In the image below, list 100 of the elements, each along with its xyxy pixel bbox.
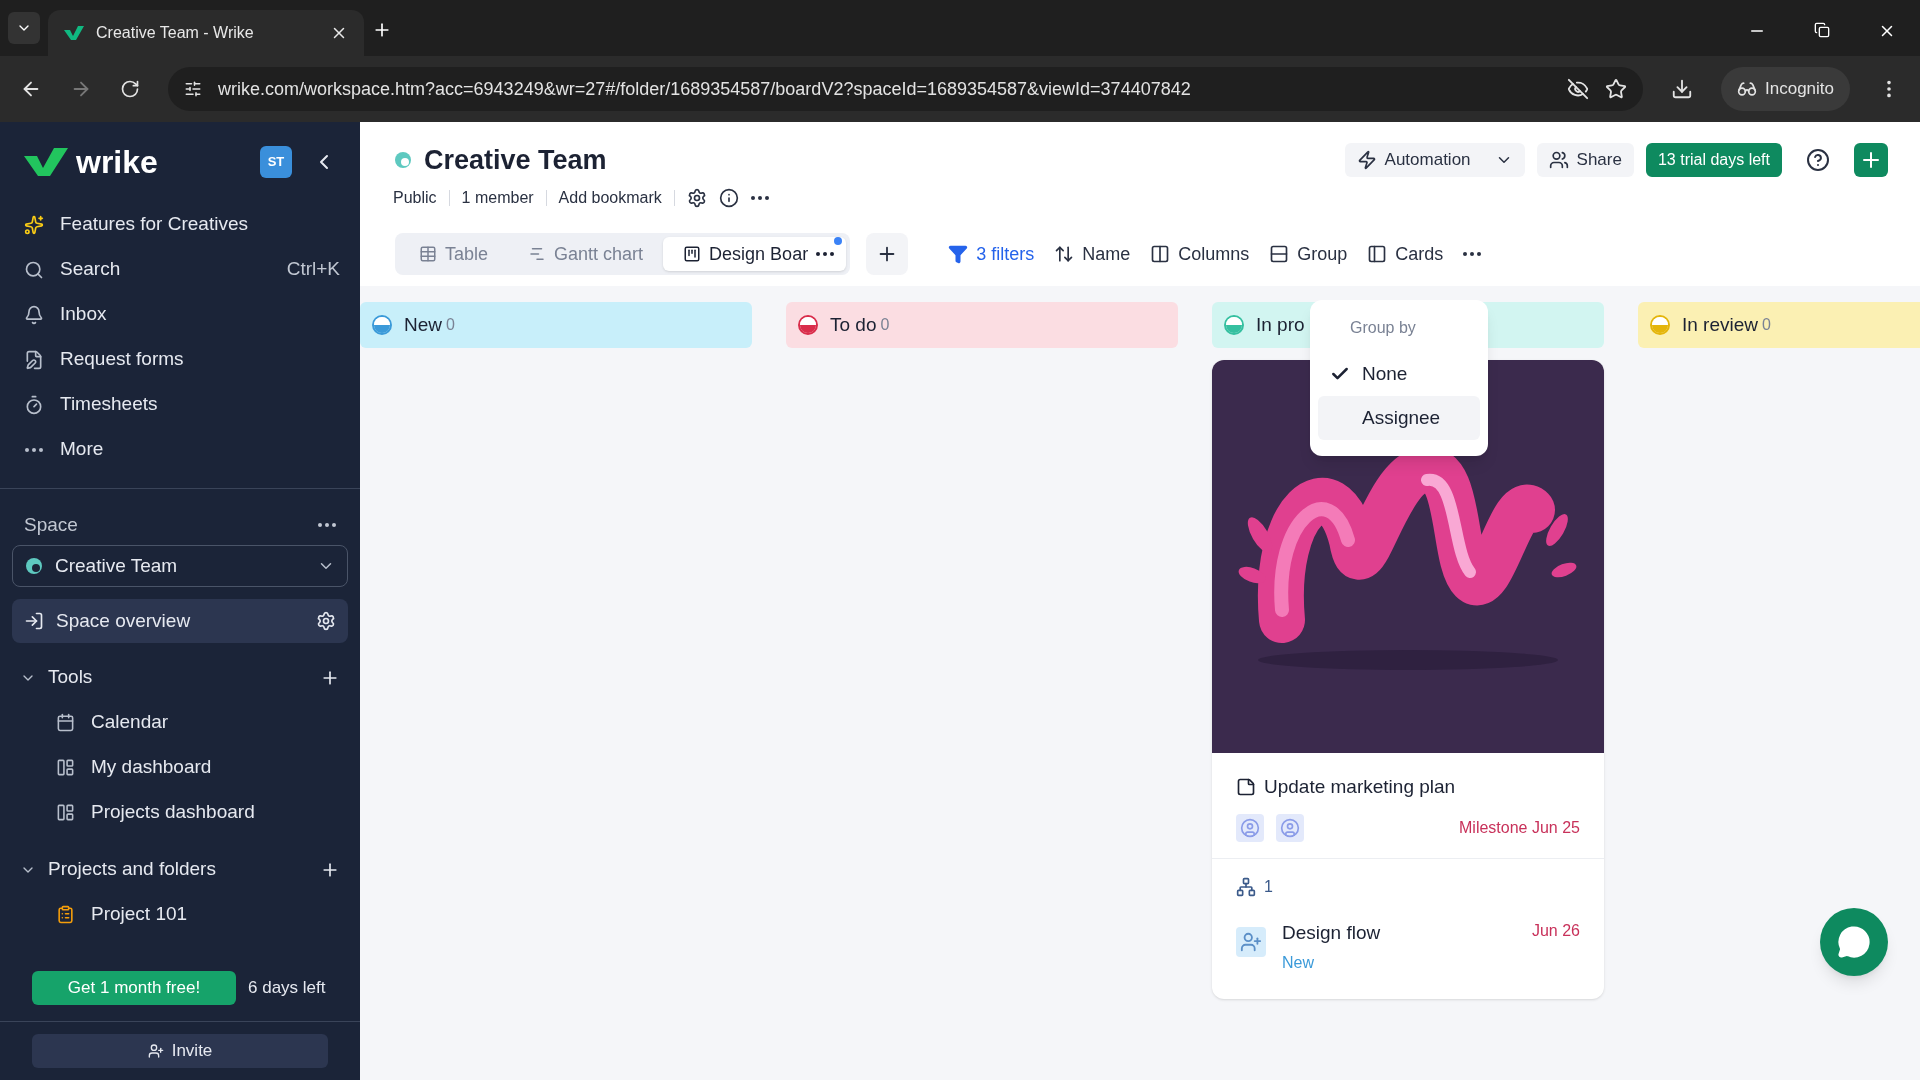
logo-icon: [64, 26, 84, 40]
add-view-button[interactable]: [866, 233, 909, 275]
nav-item[interactable]: Timesheets: [20, 382, 340, 427]
nav-item[interactable]: Search Ctrl+K: [20, 247, 340, 292]
info-icon[interactable]: [718, 188, 739, 208]
address-bar[interactable]: wrike.com/workspace.htm?acc=6943249&wr=27#/folder/1689354587/boardV2?spaceId=1689354587&viewId=374407842: [168, 67, 1643, 111]
tab-title: Creative Team - Wrike: [96, 23, 255, 43]
task-icon: [1236, 777, 1256, 798]
days-left-text: 6 days left: [248, 977, 326, 1000]
site-info-icon[interactable]: [184, 80, 202, 98]
column-count: 0: [1762, 315, 1771, 335]
space-selector[interactable]: Creative Team: [12, 545, 348, 587]
tab-list-button[interactable]: [8, 12, 40, 44]
tree-item[interactable]: Projects dashboard: [20, 790, 340, 835]
add-button[interactable]: [1854, 143, 1888, 177]
logo-icon: [24, 148, 68, 176]
enter-icon: [24, 611, 44, 631]
help-icon[interactable]: [1806, 148, 1830, 172]
subtask-status: New: [1282, 953, 1315, 973]
calendar-icon: [56, 713, 75, 732]
column-count: 0: [446, 315, 455, 335]
toolbar-button[interactable]: 3 filters: [948, 240, 1035, 268]
subtask-count: 1: [1264, 876, 1273, 897]
add-user-icon: [147, 1043, 164, 1059]
meta-link[interactable]: 1 member: [461, 186, 534, 210]
assignee-icon[interactable]: [1276, 813, 1304, 842]
eye-off-icon[interactable]: [1567, 78, 1589, 100]
space-icon: [394, 151, 412, 169]
space-icon: [25, 557, 43, 575]
column-count: 0: [880, 315, 890, 335]
view-tab[interactable]: Gantt chart: [508, 237, 664, 271]
bell-icon: [24, 304, 44, 325]
incognito-icon: [1737, 79, 1757, 99]
column-title: In pro: [1256, 312, 1305, 337]
add-assignee-icon[interactable]: [1236, 926, 1266, 957]
toolbar-button[interactable]: Columns: [1150, 240, 1250, 268]
clipboard-icon: [56, 905, 75, 924]
meta-link[interactable]: Add bookmark: [558, 186, 662, 210]
filter-icon: [948, 244, 969, 264]
dashboard-icon: [56, 758, 75, 777]
share-button[interactable]: Share: [1536, 143, 1634, 177]
subtask-icon: [1236, 876, 1256, 897]
nav-item[interactable]: Features for Creatives: [20, 202, 340, 247]
menu-option[interactable]: Assignee: [1318, 396, 1480, 440]
column-title: New: [404, 312, 442, 337]
download-icon[interactable]: [1671, 78, 1693, 100]
column-title: To do: [830, 312, 877, 337]
restore-icon[interactable]: [1814, 22, 1830, 38]
trial-button[interactable]: 13 trial days left: [1645, 143, 1782, 177]
nav-item[interactable]: More: [20, 427, 340, 472]
table-icon: [419, 245, 437, 263]
rows-icon: [1269, 244, 1290, 264]
card-layout-icon: [1367, 244, 1388, 264]
meta-link[interactable]: Public: [393, 186, 437, 210]
timer-icon: [24, 394, 44, 415]
profile-label: Incognito: [1765, 78, 1834, 101]
more-icon[interactable]: [318, 523, 336, 527]
sort-icon: [1054, 244, 1075, 264]
bookmark-icon[interactable]: [1605, 78, 1627, 100]
toolbar-button[interactable]: Name: [1054, 240, 1131, 268]
invite-button[interactable]: Invite: [32, 1034, 328, 1068]
form-icon: [24, 349, 44, 370]
lightning-icon: [1356, 150, 1377, 170]
search-icon: [24, 259, 44, 280]
profile-chip[interactable]: Incognito: [1721, 67, 1850, 111]
automation-button[interactable]: Automation: [1344, 143, 1525, 177]
task-title[interactable]: Update marketing plan: [1264, 773, 1456, 802]
columns-icon: [1150, 244, 1171, 264]
toolbar-button[interactable]: Group: [1269, 240, 1348, 268]
nav-item[interactable]: Request forms: [20, 337, 340, 382]
milestone-date: Milestone Jun 25: [1459, 817, 1580, 838]
subtask-date: Jun 26: [1531, 920, 1580, 941]
chat-icon: [1837, 925, 1871, 959]
assignee-icon[interactable]: [1236, 813, 1264, 842]
menu-heading: Group by: [1349, 318, 1417, 338]
url-text: wrike.com/workspace.htm?acc=6943249&wr=27#/folder/1689354587/boardV2?spaceId=1689354587&viewId=374407842: [218, 77, 1192, 101]
settings-icon[interactable]: [316, 611, 336, 631]
more-icon[interactable]: [816, 252, 835, 256]
more-icon[interactable]: [750, 196, 769, 200]
space-overview-item[interactable]: Space overview: [12, 599, 348, 643]
section-title[interactable]: Projects and folders: [48, 855, 308, 884]
logo-text: wrike: [76, 143, 158, 182]
board-icon: [683, 245, 702, 263]
view-tab[interactable]: Design Boar: [663, 237, 847, 271]
more-icon: [25, 447, 43, 452]
gantt-icon: [528, 245, 547, 263]
settings-icon[interactable]: [686, 188, 707, 208]
nav-item[interactable]: Inbox: [20, 292, 340, 337]
tree-item[interactable]: Calendar: [20, 700, 340, 745]
section-title[interactable]: Tools: [48, 663, 308, 692]
browser-tab[interactable]: Creative Team - Wrike: [48, 10, 364, 56]
dashboard-icon: [56, 803, 75, 822]
toolbar-button[interactable]: Cards: [1367, 240, 1444, 268]
subtask-title[interactable]: Design flow: [1282, 918, 1381, 947]
sparkle-icon: [24, 214, 44, 235]
tree-item[interactable]: Project 101: [20, 892, 340, 937]
reload-icon[interactable]: [120, 79, 140, 99]
column-title: In review: [1682, 312, 1759, 337]
tree-item[interactable]: My dashboard: [20, 745, 340, 790]
more-icon[interactable]: [1463, 252, 1482, 256]
